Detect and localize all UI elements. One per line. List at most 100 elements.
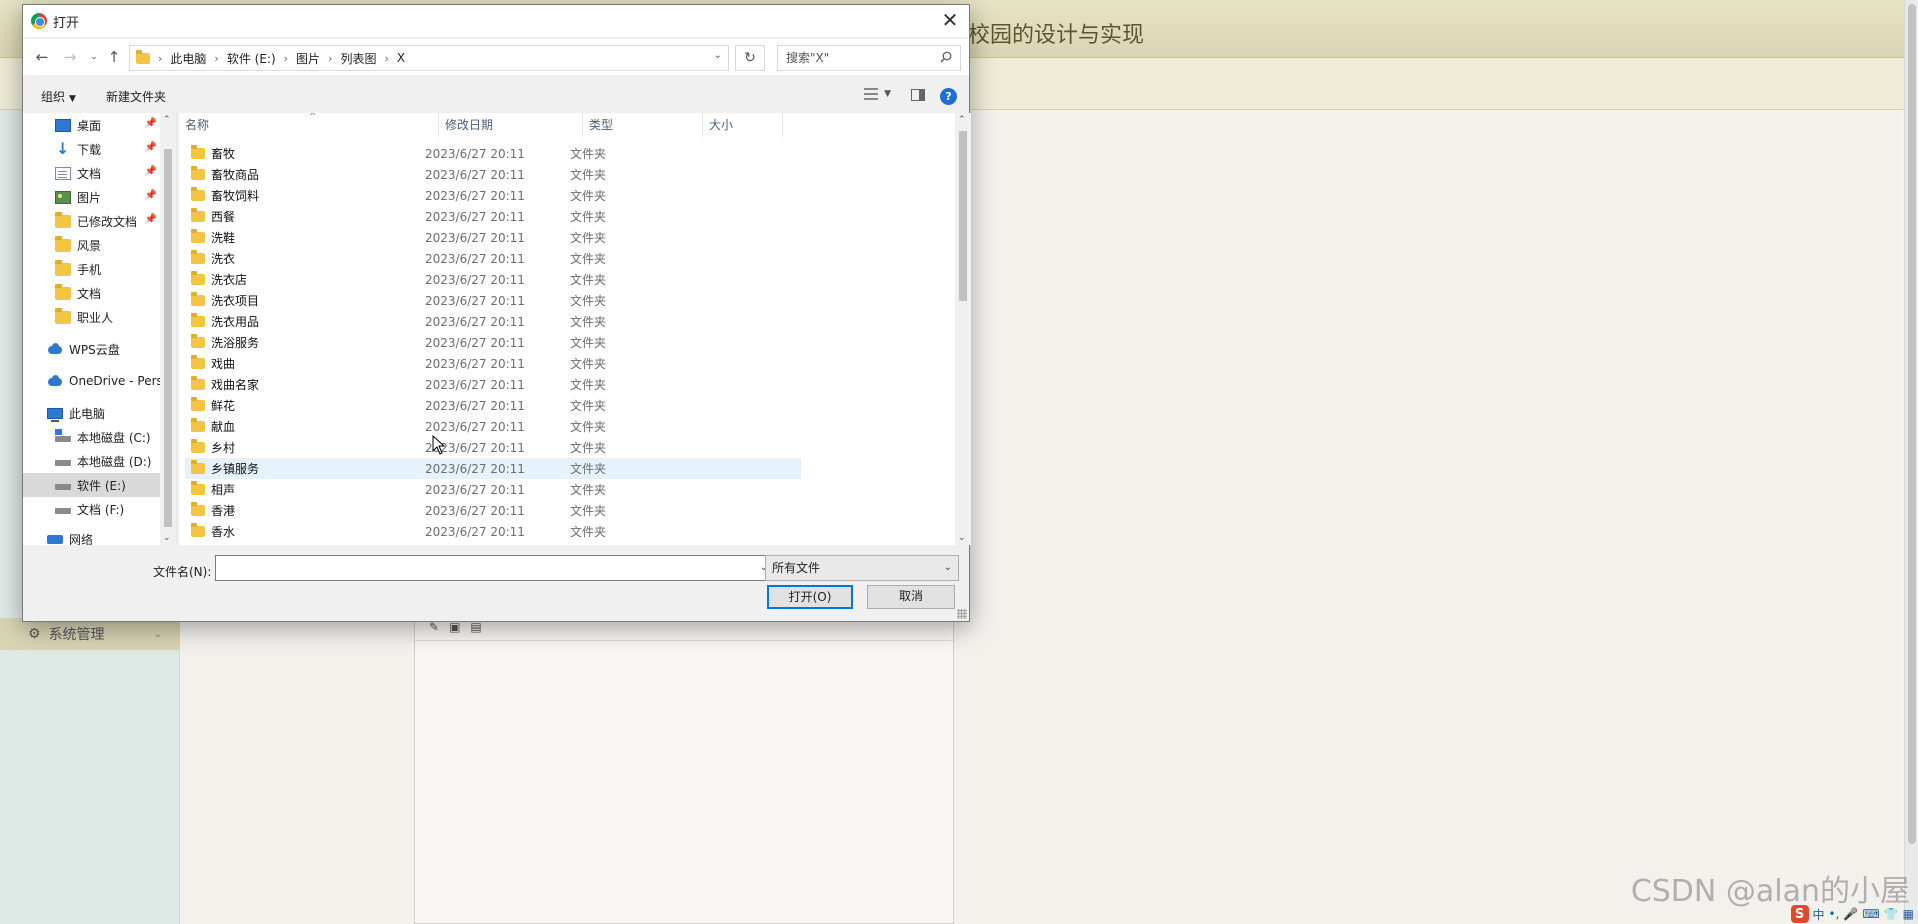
- file-row[interactable]: 洗鞋 2023/6/27 20:11 文件夹: [185, 227, 801, 248]
- chevron-right-icon[interactable]: ›: [328, 52, 332, 65]
- resize-grip-icon[interactable]: [957, 609, 967, 619]
- help-icon[interactable]: ?: [940, 88, 957, 105]
- scroll-down-icon[interactable]: ⌄: [958, 533, 966, 543]
- back-arrow-icon[interactable]: ←: [31, 47, 53, 67]
- file-row[interactable]: 洗浴服务 2023/6/27 20:11 文件夹: [185, 332, 801, 353]
- file-row[interactable]: 戏曲 2023/6/27 20:11 文件夹: [185, 353, 801, 374]
- breadcrumb-item[interactable]: 列表图 ›: [340, 50, 388, 67]
- chevron-right-icon[interactable]: ›: [214, 52, 218, 65]
- chevron-right-icon[interactable]: ›: [158, 52, 162, 65]
- file-list-scrollbar-thumb[interactable]: [959, 131, 967, 301]
- scroll-up-icon[interactable]: ⌃: [163, 115, 171, 125]
- close-button[interactable]: ✕: [937, 9, 963, 33]
- search-field[interactable]: [777, 45, 961, 71]
- nav-pane-scrollbar[interactable]: ⌃ ⌄: [160, 113, 176, 545]
- nav-item-drive-c[interactable]: 本地磁盘 (C:): [23, 425, 161, 449]
- drive-icon: [55, 508, 71, 514]
- microphone-icon[interactable]: 🎤: [1843, 907, 1858, 921]
- nav-item-drive-d[interactable]: 本地磁盘 (D:): [23, 449, 161, 473]
- search-icon[interactable]: [940, 51, 952, 63]
- file-list-scrollbar[interactable]: ⌃ ⌄: [955, 113, 971, 545]
- sidebar-item-system-management[interactable]: ⚙ 系统管理 ⌄: [0, 618, 180, 650]
- new-folder-button[interactable]: 新建文件夹: [106, 88, 166, 105]
- sogou-ime-icon[interactable]: S: [1790, 905, 1809, 923]
- nav-item-desktop[interactable]: 桌面 📌: [23, 113, 161, 137]
- file-type-select[interactable]: 所有文件 ⌄: [765, 555, 959, 581]
- skin-icon[interactable]: 👕: [1884, 907, 1899, 921]
- nav-item-docs-folder[interactable]: 文档: [23, 281, 161, 305]
- file-row[interactable]: 洗衣店 2023/6/27 20:11 文件夹: [185, 269, 801, 290]
- file-date: 2023/6/27 20:11: [425, 209, 525, 224]
- nav-item-documents[interactable]: 文档 📌: [23, 161, 161, 185]
- nav-item-drive-f[interactable]: 文档 (F:): [23, 497, 161, 521]
- breadcrumb-item[interactable]: 此电脑 ›: [170, 50, 218, 67]
- page-scrollbar[interactable]: [1904, 0, 1918, 924]
- search-input[interactable]: [786, 51, 936, 65]
- filename-combobox[interactable]: ⌄: [215, 555, 775, 581]
- ime-punct-label[interactable]: •,: [1829, 907, 1840, 921]
- nav-item-drive-e[interactable]: 软件 (E:): [23, 473, 161, 497]
- file-row[interactable]: 献血 2023/6/27 20:11 文件夹: [185, 416, 801, 437]
- file-type: 文件夹: [570, 357, 607, 371]
- chevron-down-icon[interactable]: ⌄: [714, 50, 722, 61]
- nav-item-phone[interactable]: 手机: [23, 257, 161, 281]
- column-header-name[interactable]: 名称 ^: [179, 113, 439, 137]
- cancel-button[interactable]: 取消: [867, 585, 955, 609]
- scroll-down-icon[interactable]: ⌄: [163, 533, 171, 543]
- column-header-size[interactable]: 大小: [703, 113, 783, 137]
- file-row[interactable]: 畜牧饲料 2023/6/27 20:11 文件夹: [185, 185, 801, 206]
- file-row[interactable]: 鲜花 2023/6/27 20:11 文件夹: [185, 395, 801, 416]
- rich-text-editor[interactable]: ✎ ▣ ▤: [414, 612, 954, 924]
- address-bar[interactable]: › 此电脑 › 软件 (E:) › 图片 › 列表图 › X ⌄: [129, 45, 729, 71]
- file-row[interactable]: 洗衣项目 2023/6/27 20:11 文件夹: [185, 290, 801, 311]
- keyboard-icon[interactable]: ⌨: [1862, 907, 1879, 921]
- folder-icon: [191, 502, 205, 516]
- file-row[interactable]: 乡镇服务 2023/6/27 20:11 文件夹: [185, 458, 801, 479]
- nav-pane-scrollbar-thumb[interactable]: [164, 149, 172, 527]
- breadcrumb-item[interactable]: 软件 (E:) ›: [227, 50, 288, 67]
- dialog-titlebar[interactable]: 打开 ✕: [23, 5, 969, 37]
- chevron-right-icon[interactable]: ›: [284, 52, 288, 65]
- file-row[interactable]: 洗衣用品 2023/6/27 20:11 文件夹: [185, 311, 801, 332]
- column-header-date[interactable]: 修改日期: [439, 113, 583, 137]
- breadcrumb-item[interactable]: 图片 ›: [296, 50, 332, 67]
- refresh-button[interactable]: ↻: [735, 45, 765, 71]
- nav-item-pictures[interactable]: 图片 📌: [23, 185, 161, 209]
- breadcrumb-item[interactable]: X: [397, 51, 405, 65]
- open-button[interactable]: 打开(O): [767, 585, 853, 609]
- chevron-down-icon[interactable]: ⌄: [944, 556, 952, 580]
- file-row[interactable]: 戏曲名家 2023/6/27 20:11 文件夹: [185, 374, 801, 395]
- nav-item-onedrive[interactable]: OneDrive - Pers: [23, 369, 163, 393]
- grid-menu-icon[interactable]: ▦: [1903, 907, 1914, 921]
- file-row[interactable]: 香水 2023/6/27 20:11 文件夹: [185, 521, 801, 542]
- chevron-right-icon[interactable]: ›: [384, 52, 388, 65]
- file-row[interactable]: 相声 2023/6/27 20:11 文件夹: [185, 479, 801, 500]
- nav-item-this-pc[interactable]: 此电脑: [23, 401, 161, 425]
- file-date: 2023/6/27 20:11: [425, 377, 525, 392]
- nav-item-scenery[interactable]: 风景: [23, 233, 161, 257]
- scroll-up-icon[interactable]: ⌃: [958, 115, 966, 125]
- file-row[interactable]: 洗衣 2023/6/27 20:11 文件夹: [185, 248, 801, 269]
- nav-item-modified-docs[interactable]: 已修改文档 📌: [23, 209, 161, 233]
- file-row[interactable]: 畜牧商品 2023/6/27 20:11 文件夹: [185, 164, 801, 185]
- change-view-button[interactable]: ▼: [864, 88, 891, 100]
- nav-item-professional[interactable]: 职业人: [23, 305, 161, 329]
- file-row[interactable]: 香港 2023/6/27 20:11 文件夹: [185, 500, 801, 521]
- ime-mode-label[interactable]: 中: [1813, 906, 1825, 923]
- ime-toolbar[interactable]: S 中 •, 🎤 ⌨ 👕 ▦: [1787, 904, 1918, 924]
- page-scrollbar-thumb[interactable]: [1908, 4, 1916, 844]
- preview-pane-icon[interactable]: [911, 89, 925, 101]
- folder-icon: [191, 250, 205, 264]
- organize-menu[interactable]: 组织 ▼: [41, 88, 76, 105]
- column-header-type[interactable]: 类型: [583, 113, 703, 137]
- recent-locations-chevron-icon[interactable]: ⌄: [83, 47, 105, 67]
- file-name: 洗衣店: [211, 273, 248, 287]
- forward-arrow-icon[interactable]: →: [59, 47, 81, 67]
- nav-item-downloads[interactable]: 下载📌: [23, 137, 161, 161]
- nav-item-network[interactable]: 网络: [23, 527, 161, 545]
- file-row[interactable]: 西餐 2023/6/27 20:11 文件夹: [185, 206, 801, 227]
- file-row[interactable]: 畜牧 2023/6/27 20:11 文件夹: [185, 143, 801, 164]
- file-row[interactable]: 乡村 2023/6/27 20:11 文件夹: [185, 437, 801, 458]
- up-arrow-icon[interactable]: ↑: [103, 47, 125, 67]
- nav-item-wps-cloud[interactable]: WPS云盘: [23, 337, 161, 361]
